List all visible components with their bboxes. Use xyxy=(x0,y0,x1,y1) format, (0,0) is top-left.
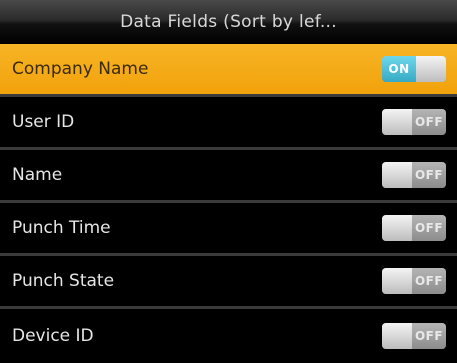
toggle-state: OFF xyxy=(412,268,446,294)
toggle-knob xyxy=(382,323,412,349)
punch-time-toggle[interactable]: OFF xyxy=(382,215,446,241)
row-company-name[interactable]: Company Name ON xyxy=(0,44,457,97)
row-label: User ID xyxy=(12,112,75,132)
row-label: Punch State xyxy=(12,271,115,291)
toggle-state: ON xyxy=(382,56,416,82)
toggle-knob xyxy=(416,56,446,82)
toggle-state: OFF xyxy=(412,323,446,349)
row-punch-time[interactable]: Punch Time OFF xyxy=(0,203,457,256)
punch-state-toggle[interactable]: OFF xyxy=(382,268,446,294)
row-name[interactable]: Name OFF xyxy=(0,150,457,203)
toggle-state: OFF xyxy=(412,109,446,135)
row-label: Name xyxy=(12,165,63,185)
data-fields-list: Company Name ON User ID OFF Name OFF Pun… xyxy=(0,44,457,363)
row-punch-state[interactable]: Punch State OFF xyxy=(0,256,457,309)
row-user-id[interactable]: User ID OFF xyxy=(0,97,457,150)
company-name-toggle[interactable]: ON xyxy=(382,56,446,82)
toggle-state: OFF xyxy=(412,215,446,241)
user-id-toggle[interactable]: OFF xyxy=(382,109,446,135)
device-id-toggle[interactable]: OFF xyxy=(382,323,446,349)
row-label: Punch Time xyxy=(12,218,111,238)
toggle-knob xyxy=(382,215,412,241)
title-bar: Data Fields (Sort by lef... xyxy=(0,0,457,45)
row-label: Company Name xyxy=(12,59,149,79)
toggle-knob xyxy=(382,268,412,294)
data-fields-screen: Data Fields (Sort by lef... Company Name… xyxy=(0,0,457,354)
row-device-id[interactable]: Device ID OFF xyxy=(0,309,457,363)
toggle-knob xyxy=(382,109,412,135)
name-toggle[interactable]: OFF xyxy=(382,162,446,188)
toggle-knob xyxy=(382,162,412,188)
row-label: Device ID xyxy=(12,326,94,346)
toggle-state: OFF xyxy=(412,162,446,188)
page-title: Data Fields (Sort by lef... xyxy=(120,12,337,32)
